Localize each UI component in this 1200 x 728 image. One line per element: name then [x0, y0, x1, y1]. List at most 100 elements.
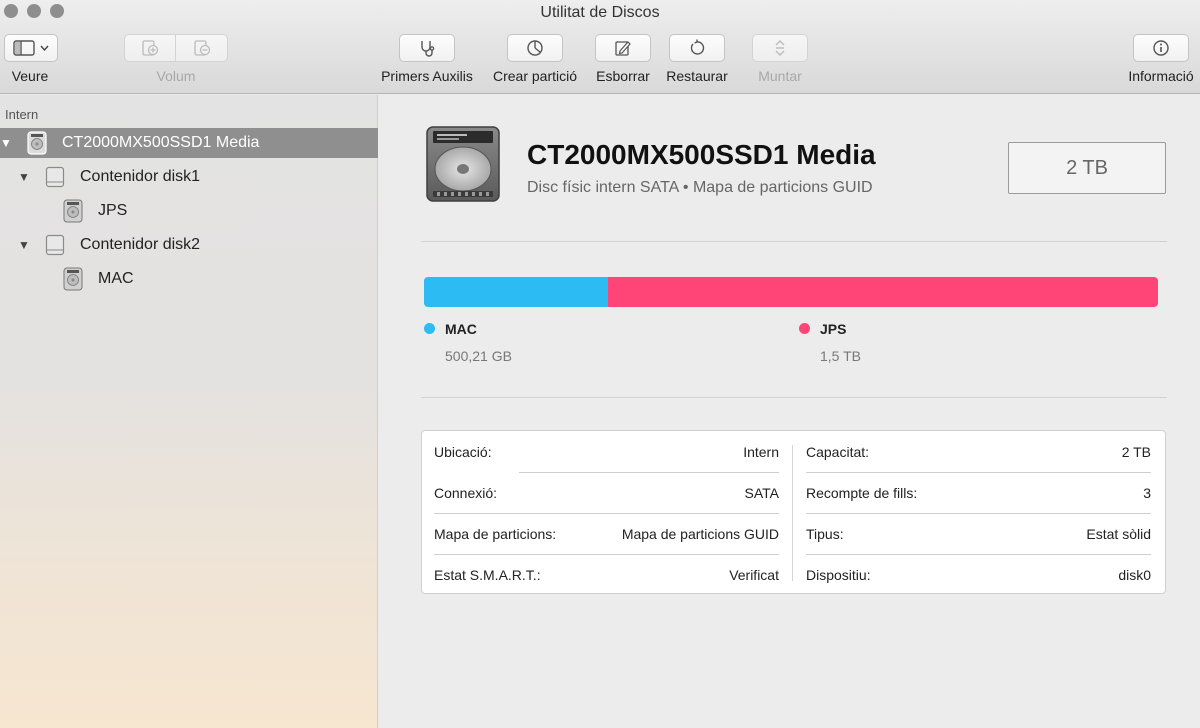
toolbar: Utilitat de Discos Veure Volum Primers A… — [0, 0, 1200, 94]
partition-button[interactable] — [507, 34, 563, 62]
add-volume-icon — [140, 39, 160, 57]
partition-usage-bar — [424, 277, 1158, 307]
info-key: Dispositiu: — [806, 566, 871, 583]
hard-disk-icon — [425, 125, 501, 208]
info-value: SATA — [744, 484, 780, 501]
partition-name: MAC — [445, 321, 477, 337]
remove-volume-button[interactable] — [176, 34, 228, 62]
erase-icon — [614, 39, 632, 57]
volume-icon — [62, 199, 84, 223]
info-row: Connexió: SATA — [434, 472, 779, 513]
volume-label: Volum — [156, 68, 196, 84]
info-column-left: Ubicació: Intern Connexió: SATA Mapa de … — [422, 431, 792, 595]
sidebar-icon — [13, 40, 35, 56]
container-icon — [44, 233, 66, 257]
sidebar-item-container-disk1[interactable]: ▼ Contenidor disk1 — [0, 162, 378, 192]
info-row: Mapa de particions: Mapa de particions G… — [434, 513, 779, 554]
partition-name: JPS — [820, 321, 847, 337]
info-label: Informació — [1128, 68, 1194, 84]
sidebar-item-label: CT2000MX500SSD1 Media — [62, 134, 260, 151]
sidebar-item-container-disk2[interactable]: ▼ Contenidor disk2 — [0, 230, 378, 260]
sidebar-section-internal: Intern — [5, 107, 39, 122]
sidebar-item-label: Contenidor disk2 — [80, 236, 201, 253]
info-row: Estat S.M.A.R.T.: Verificat — [434, 554, 779, 595]
info-value: Verificat — [729, 566, 779, 583]
info-row: Dispositiu: disk0 — [806, 554, 1151, 595]
restore-group: Restaurar — [662, 34, 732, 84]
info-value: 2 TB — [1121, 443, 1151, 460]
container-icon — [44, 165, 66, 189]
info-value: 3 — [1143, 484, 1151, 501]
info-value: Intern — [743, 443, 779, 460]
info-key: Capacitat: — [806, 443, 870, 460]
mount-label: Muntar — [758, 68, 802, 84]
add-volume-button[interactable] — [124, 34, 176, 62]
view-group: Veure — [4, 34, 58, 84]
partition-size: 500,21 GB — [445, 348, 512, 364]
view-label: Veure — [11, 68, 49, 84]
partition-color-dot — [424, 323, 435, 334]
chevron-down-icon — [40, 45, 49, 51]
disk-info-table: Ubicació: Intern Connexió: SATA Mapa de … — [421, 430, 1166, 594]
disclosure-triangle-icon[interactable]: ▼ — [18, 170, 30, 184]
first-aid-label: Primers Auxilis — [381, 68, 473, 84]
info-value: Estat sòlid — [1086, 525, 1151, 542]
partition-group: Crear partició — [486, 34, 584, 84]
partition-segment-mac[interactable] — [424, 277, 608, 307]
info-row: Tipus: Estat sòlid — [806, 513, 1151, 554]
info-key: Connexió: — [434, 484, 498, 501]
info-group: Informació — [1122, 34, 1200, 84]
info-row: Capacitat: 2 TB — [806, 431, 1151, 472]
pie-chart-icon — [526, 39, 544, 57]
sidebar-item-label: JPS — [98, 202, 128, 219]
volume-group: Volum — [124, 34, 228, 84]
restore-arrow-icon — [688, 39, 706, 57]
sidebar-item-disk[interactable]: ▼ CT2000MX500SSD1 Media — [0, 128, 378, 158]
erase-button[interactable] — [595, 34, 651, 62]
info-icon — [1152, 39, 1170, 57]
column-separator — [792, 445, 793, 581]
capacity-badge: 2 TB — [1008, 142, 1166, 194]
internal-disk-icon — [26, 131, 48, 155]
mount-button[interactable] — [752, 34, 808, 62]
sidebar: Intern ▼ CT2000MX500SSD1 Media ▼ Conteni… — [0, 95, 378, 728]
partition-label: Crear partició — [492, 68, 578, 84]
info-button[interactable] — [1133, 34, 1189, 62]
view-button[interactable] — [4, 34, 58, 62]
erase-group: Esborrar — [592, 34, 654, 84]
mount-group: Muntar — [752, 34, 808, 84]
info-key: Ubicació: — [434, 443, 492, 460]
partition-segment-jps[interactable] — [607, 277, 1158, 307]
info-row: Ubicació: Intern — [434, 431, 779, 472]
remove-volume-icon — [192, 39, 212, 57]
sidebar-item-jps[interactable]: JPS — [0, 196, 378, 226]
divider — [421, 397, 1167, 398]
first-aid-button[interactable] — [399, 34, 455, 62]
info-value: disk0 — [1118, 566, 1151, 583]
erase-label: Esborrar — [596, 68, 650, 84]
partition-color-dot — [799, 323, 810, 334]
info-key: Tipus: — [806, 525, 844, 542]
restore-label: Restaurar — [666, 68, 728, 84]
divider — [421, 241, 1167, 242]
info-value: Mapa de particions GUID — [621, 525, 779, 542]
sidebar-item-label: Contenidor disk1 — [80, 168, 201, 185]
disclosure-triangle-icon[interactable]: ▼ — [18, 238, 30, 252]
disk-subtitle: Disc físic intern SATA • Mapa de partici… — [527, 179, 873, 196]
first-aid-group: Primers Auxilis — [376, 34, 478, 84]
window-title: Utilitat de Discos — [540, 4, 660, 21]
disk-name: CT2000MX500SSD1 Media — [527, 139, 876, 170]
disclosure-triangle-icon[interactable]: ▼ — [0, 136, 12, 150]
restore-button[interactable] — [669, 34, 725, 62]
info-row: Recompte de fills: 3 — [806, 472, 1151, 513]
sidebar-item-label: MAC — [98, 270, 134, 287]
sidebar-item-mac[interactable]: MAC — [0, 264, 378, 294]
main-panel: CT2000MX500SSD1 Media Disc físic intern … — [379, 95, 1200, 728]
info-key: Mapa de particions: — [434, 525, 557, 542]
stethoscope-icon — [418, 39, 436, 57]
info-key: Estat S.M.A.R.T.: — [434, 566, 541, 583]
info-column-right: Capacitat: 2 TB Recompte de fills: 3 Tip… — [794, 431, 1166, 595]
volume-icon — [62, 267, 84, 291]
partition-size: 1,5 TB — [820, 348, 861, 364]
mount-icon — [773, 39, 787, 57]
